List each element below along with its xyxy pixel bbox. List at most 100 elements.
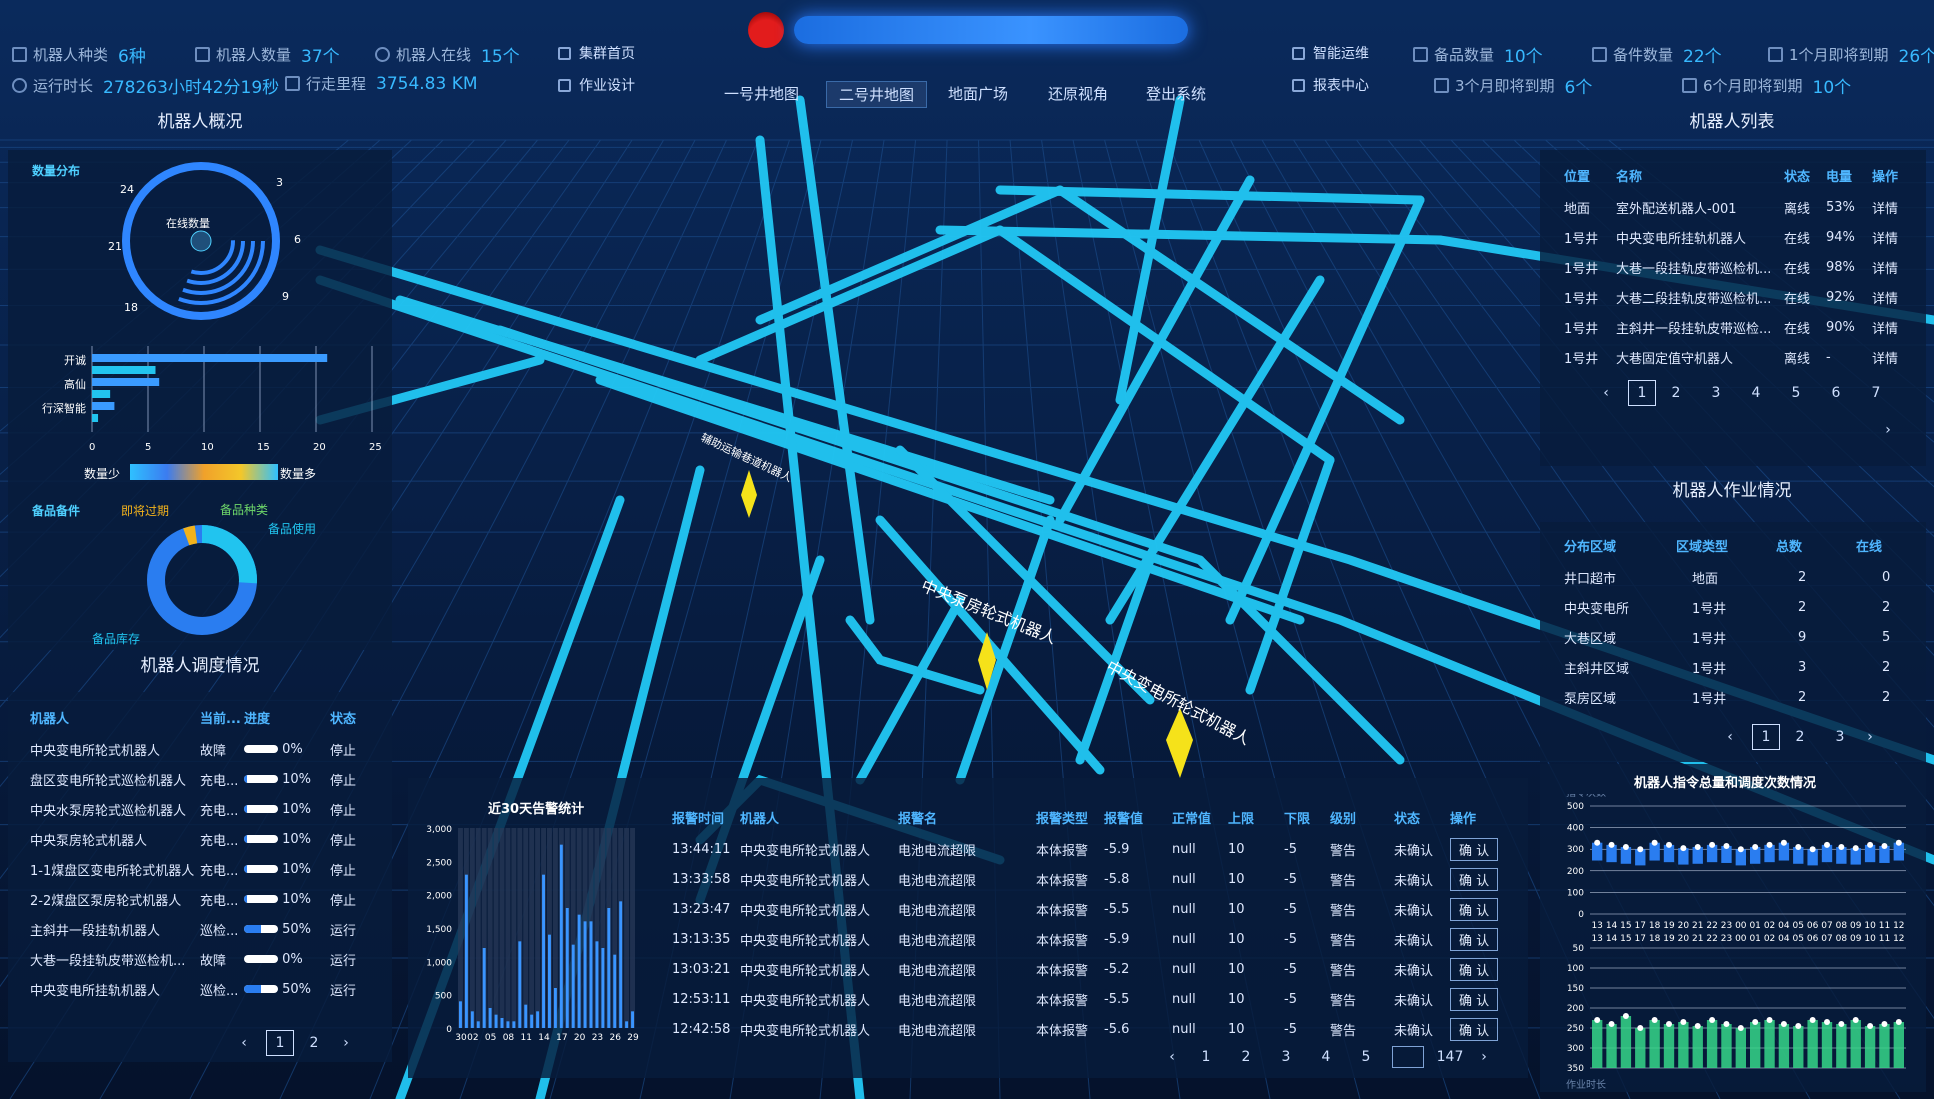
prev-page-icon[interactable]: ‹ <box>1720 729 1740 745</box>
stat-label: 机器人数量 <box>216 46 292 64</box>
col-robot: 机器人 <box>740 811 780 827</box>
alarm-row[interactable]: 13:03:21 中央变电所轮式机器人 电池电流超限 本体报警 -5.2 null 10 -5… <box>672 954 1512 984</box>
next-page-icon[interactable]: › <box>1878 422 1898 438</box>
dispatch-row[interactable]: 中央变电所挂轨机器人 巡检... 50% 运行 <box>30 974 378 1004</box>
x-tick-label: 14 <box>538 1033 550 1043</box>
page-button[interactable]: 4 <box>1306 1049 1346 1065</box>
prev-page-icon[interactable]: ‹ <box>1158 1049 1186 1065</box>
robot-row[interactable]: 地面 室外配送机器人-001 离线 53% 详情 <box>1564 192 1914 222</box>
robot-row[interactable]: 1号井 大巷二段挂轨皮带巡检机... 在线 92% 详情 <box>1564 282 1914 312</box>
current-task: 故障 <box>200 953 227 969</box>
progress-label: 0% <box>278 741 303 757</box>
page-button[interactable]: 2 <box>294 1035 334 1051</box>
next-page-icon[interactable]: › <box>334 1035 358 1051</box>
page-button[interactable]: 1 <box>266 1030 294 1056</box>
alarm-row[interactable]: 13:33:58 中央变电所轮式机器人 电池电流超限 本体报警 -5.8 null 10 -5… <box>672 864 1512 894</box>
robot-row[interactable]: 1号井 大巷一段挂轨皮带巡检机... 在线 98% 详情 <box>1564 252 1914 282</box>
x-tick-label: 21 <box>1692 921 1703 931</box>
robot-name: 主斜井一段挂轨机器人 <box>30 923 161 939</box>
y-tick-label: 50 <box>1573 944 1585 954</box>
dispatch-row[interactable]: 中央变电所轮式机器人 故障 0% 停止 <box>30 734 378 764</box>
robot-location: 1号井 <box>1564 351 1599 367</box>
detail-link[interactable]: 详情 <box>1872 252 1914 282</box>
page-button[interactable]: 7 <box>1856 385 1896 401</box>
tab-ground-square[interactable]: 地面广场 <box>936 81 1020 106</box>
page-button[interactable]: 2 <box>1656 385 1696 401</box>
confirm-button[interactable]: 确 认 <box>1450 837 1499 861</box>
dispatch-row[interactable]: 大巷一段挂轨皮带巡检机... 故障 0% 运行 <box>30 944 378 974</box>
detail-link[interactable]: 详情 <box>1872 342 1914 372</box>
alarm-bar <box>601 948 605 1028</box>
page-button[interactable]: 3 <box>1820 729 1860 745</box>
robot-row[interactable]: 1号井 主斜井一段挂轨皮带巡检... 在线 90% 详情 <box>1564 312 1914 342</box>
duration-point <box>1766 1017 1773 1023</box>
page-button[interactable]: 5 <box>1346 1049 1386 1065</box>
confirm-button[interactable]: 确 认 <box>1450 1017 1499 1041</box>
col-power: 电量 <box>1826 169 1853 185</box>
dispatch-row[interactable]: 盘区变电所轮式巡检机器人 充电... 10% 停止 <box>30 764 378 794</box>
alarm-row[interactable]: 13:23:47 中央变电所轮式机器人 电池电流超限 本体报警 -5.5 null 10 -5… <box>672 894 1512 924</box>
page-button-last[interactable]: 147 <box>1430 1049 1470 1065</box>
dispatch-row[interactable]: 2-2煤盘区泵房轮式机器人 充电... 10% 停止 <box>30 884 378 914</box>
alarm-bar <box>512 1021 516 1028</box>
dispatch-row[interactable]: 中央泵房轮式机器人 充电... 10% 停止 <box>30 824 378 854</box>
confirm-button[interactable]: 确 认 <box>1450 897 1499 921</box>
detail-link[interactable]: 详情 <box>1872 222 1914 252</box>
x-tick-label: 11 <box>1879 921 1890 931</box>
page-button[interactable]: 2 <box>1780 729 1820 745</box>
tab-mine1-map[interactable]: 一号井地图 <box>712 81 811 106</box>
detail-link[interactable]: 详情 <box>1872 192 1914 222</box>
tab-mine2-map[interactable]: 二号井地图 <box>826 81 928 108</box>
nav-report-center[interactable]: 报表中心 <box>1292 75 1369 95</box>
page-button[interactable]: 6 <box>1816 385 1856 401</box>
tab-logout[interactable]: 登出系统 <box>1134 81 1218 106</box>
polar-tick: 9 <box>282 290 289 303</box>
confirm-button[interactable]: 确 认 <box>1450 987 1499 1011</box>
page-jump-input[interactable] <box>1392 1046 1424 1068</box>
nav-task-design[interactable]: 作业设计 <box>558 75 635 95</box>
prev-page-icon[interactable]: ‹ <box>1596 385 1616 401</box>
confirm-button[interactable]: 确 认 <box>1450 927 1499 951</box>
robot-row[interactable]: 1号井 中央变电所挂轨机器人 在线 94% 详情 <box>1564 222 1914 252</box>
tab-reset-view[interactable]: 还原视角 <box>1036 81 1120 106</box>
alarm-row[interactable]: 12:53:11 中央变电所轮式机器人 电池电流超限 本体报警 -5.5 null 10 -5… <box>672 984 1512 1014</box>
x-tick-label: 18 <box>1649 921 1661 931</box>
page-button[interactable]: 2 <box>1226 1049 1266 1065</box>
page-button[interactable]: 3 <box>1696 385 1736 401</box>
prev-page-icon[interactable]: ‹ <box>232 1035 256 1051</box>
y-tick-label: 1,500 <box>426 925 452 935</box>
alarm-table: 报警时间 机器人 报警名 报警类型 报警值 正常值 上限 下限 级别 状态 操作… <box>672 800 1512 1044</box>
alarm-row[interactable]: 13:13:35 中央变电所轮式机器人 电池电流超限 本体报警 -5.9 null 10 -5… <box>672 924 1512 954</box>
nav-cluster-home[interactable]: 集群首页 <box>558 43 635 63</box>
page-button[interactable]: 4 <box>1736 385 1776 401</box>
dispatch-header-row: 机器人 当前... 进度 状态 <box>30 700 378 734</box>
alarm-value: -5.8 <box>1104 871 1130 887</box>
page-button[interactable]: 5 <box>1776 385 1816 401</box>
dispatch-row[interactable]: 1-1煤盘区变电所轮式机器人 充电... 10% 停止 <box>30 854 378 884</box>
detail-link[interactable]: 详情 <box>1872 312 1914 342</box>
dispatch-row[interactable]: 主斜井一段挂轨机器人 巡检... 50% 运行 <box>30 914 378 944</box>
robot-list-pager: ‹ 1 2 3 4 5 6 7 <box>1596 380 1896 406</box>
x-tick-label: 15 <box>1620 921 1631 931</box>
detail-link[interactable]: 详情 <box>1872 282 1914 312</box>
alarm-row[interactable]: 13:44:11 中央变电所轮式机器人 电池电流超限 本体报警 -5.9 null 10 -5… <box>672 834 1512 864</box>
dispatch-row[interactable]: 中央水泵房轮式巡检机器人 充电... 10% 停止 <box>30 794 378 824</box>
page-button[interactable]: 1 <box>1186 1049 1226 1065</box>
duration-point <box>1824 1019 1830 1025</box>
robot-row[interactable]: 1号井 大巷固定值守机器人 离线 - 详情 <box>1564 342 1914 372</box>
nav-label: 集群首页 <box>579 46 635 62</box>
legend-high: 数量多 <box>280 467 317 481</box>
alarm-row[interactable]: 12:42:58 中央变电所轮式机器人 电池电流超限 本体报警 -5.6 null 10 -5… <box>672 1014 1512 1044</box>
confirm-button[interactable]: 确 认 <box>1450 957 1499 981</box>
alarm-robot: 中央变电所轮式机器人 <box>740 933 871 949</box>
confirm-button[interactable]: 确 认 <box>1450 867 1499 891</box>
page-button[interactable]: 1 <box>1752 724 1780 750</box>
next-page-icon[interactable]: › <box>1860 729 1880 745</box>
next-page-icon[interactable]: › <box>1470 1049 1498 1065</box>
polar-tick: 24 <box>120 183 134 196</box>
stat-value: 26个 <box>1898 47 1934 67</box>
calendar-icon <box>1768 47 1783 62</box>
page-button[interactable]: 3 <box>1266 1049 1306 1065</box>
page-button[interactable]: 1 <box>1628 380 1656 406</box>
nav-smart-ops[interactable]: 智能运维 <box>1292 43 1369 63</box>
